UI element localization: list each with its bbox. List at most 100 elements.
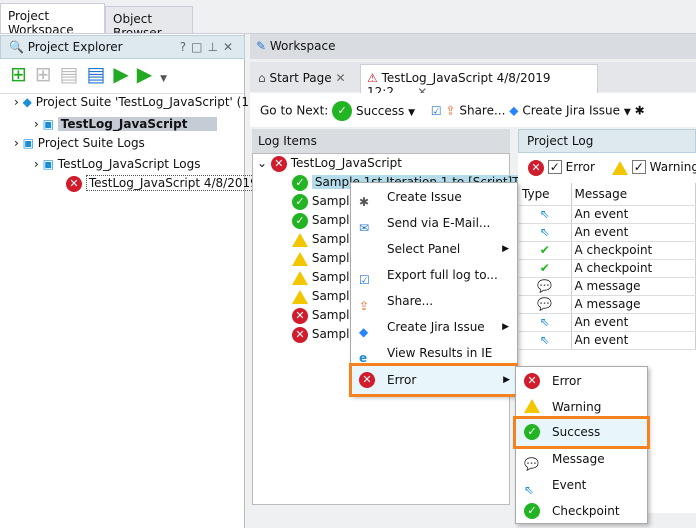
log-item[interactable]: ✕ Sample xyxy=(292,306,357,325)
jira-icon[interactable]: ◆ xyxy=(509,104,518,118)
share-icon[interactable]: ⇪ xyxy=(445,104,455,118)
project-explorer-header: 🔍 Project Explorer ?□⊥✕ xyxy=(0,35,245,59)
home-icon: ⌂ xyxy=(258,71,266,85)
menu-create-jira-issue[interactable]: ◆ Create Jira Issue ▶ xyxy=(351,314,517,340)
add-new-icon[interactable]: ⊞ xyxy=(35,62,60,86)
log-item[interactable]: Sample xyxy=(292,249,357,268)
close-icon[interactable]: ✕ xyxy=(223,40,238,54)
log-row[interactable]: ⇖ An event xyxy=(519,223,696,242)
log-item[interactable]: ✕ Sample xyxy=(292,325,357,344)
warning-filter[interactable]: ✓ Warning xyxy=(612,158,696,177)
tab-test-log[interactable]: ⚠ TestLog_JavaScript 4/8/2019 12:2... ✕ xyxy=(360,64,598,99)
menu-share[interactable]: ⇪ Share... xyxy=(351,288,517,314)
error-icon: ✕ xyxy=(292,307,308,324)
workspace-title: Workspace xyxy=(269,39,336,53)
project-log-table: Type Message ⇖ An event ⇖ An event ✔ A checkpo… xyxy=(519,183,696,350)
log-row[interactable]: ⇖ An event xyxy=(519,313,696,332)
log-item[interactable]: Sample xyxy=(292,287,357,306)
log-row[interactable]: ✔ A checkpoint xyxy=(519,241,696,260)
close-icon[interactable]: ✕ xyxy=(335,71,345,85)
menu-error[interactable]: ✕ Error ▶ xyxy=(349,363,518,397)
log-item[interactable]: ✓ Sample xyxy=(292,192,357,211)
log-root[interactable]: ⌄ ✕ TestLog_JavaScript xyxy=(257,154,402,173)
log-row[interactable]: 💬 A message xyxy=(519,295,696,314)
log-toolbar: Go to Next: ✓ Success ▼ ☑ ⇪ Share... ◆ C… xyxy=(250,93,696,127)
menu-select-panel[interactable]: Select Panel ▶ xyxy=(351,236,517,262)
add-item-icon[interactable]: ⊞ xyxy=(10,62,35,86)
status-submenu: ✕ Error Warning ✓ Success 💬 Message ⇖ Event … xyxy=(513,366,650,524)
run-icon[interactable]: ▶ xyxy=(113,62,136,86)
message-icon: 💬 xyxy=(519,277,572,296)
event-icon: ⇖ xyxy=(519,223,572,242)
menu-create-issue[interactable]: ✱ Create Issue xyxy=(351,184,517,210)
log-row[interactable]: ⇖ An event xyxy=(519,205,696,224)
menu-export-log[interactable]: ☑ Export full log to... xyxy=(351,262,517,288)
bug-icon[interactable]: ✱ xyxy=(635,104,645,118)
project-log-header: Project Log xyxy=(518,129,696,153)
add-existing-icon[interactable]: ▤ xyxy=(60,62,87,86)
submenu-checkpoint[interactable]: ✓ Checkpoint xyxy=(516,498,647,524)
submenu-event[interactable]: ⇖ Event xyxy=(516,472,647,498)
tree-log-entry[interactable]: ✕ TestLog_JavaScript 4/8/2019 12 xyxy=(66,174,280,193)
log-item[interactable]: Sample xyxy=(292,268,357,287)
error-filter[interactable]: ✕ ✓ Error xyxy=(528,158,595,177)
log-status-icon: ⚠ xyxy=(367,71,378,85)
log-message: A checkpoint xyxy=(571,259,696,278)
explorer-icon: 🔍 xyxy=(9,40,24,54)
submenu-message[interactable]: 💬 Message xyxy=(516,446,647,472)
log-item[interactable]: Sample xyxy=(292,230,357,249)
pin-icon[interactable]: ⊥ xyxy=(207,40,222,54)
goto-label: Go to Next: xyxy=(260,103,329,118)
menu-send-email[interactable]: ✉ Send via E-Mail... xyxy=(351,210,517,236)
checkpoint-icon: ✔ xyxy=(519,259,572,278)
log-row[interactable]: ✔ A checkpoint xyxy=(519,259,696,278)
dropdown-icon[interactable]: ▼ xyxy=(624,108,631,118)
submenu-success[interactable]: ✓ Success xyxy=(513,416,650,449)
tab-object-browser[interactable]: Object Browser xyxy=(105,6,193,40)
workspace-icon: ✎ xyxy=(256,39,267,53)
log-row[interactable]: ⇖ An event xyxy=(519,331,696,350)
column-type[interactable]: Type xyxy=(519,183,572,206)
workspace-header: ✎ Workspace xyxy=(250,34,696,59)
log-message: An event xyxy=(571,313,696,332)
log-message: A checkpoint xyxy=(571,241,696,260)
event-icon: ⇖ xyxy=(519,331,572,350)
explorer-toolbar: ⊞⊞▤▤▶▶▼ xyxy=(10,62,175,86)
log-message: A message xyxy=(571,277,696,296)
panel-title: Project Explorer xyxy=(27,40,123,54)
success-icon: ✓ xyxy=(292,174,308,191)
column-message[interactable]: Message xyxy=(571,183,696,206)
log-item[interactable]: ✓ Sample xyxy=(292,211,357,230)
warning-icon xyxy=(292,232,308,247)
list-icon[interactable]: ▤ xyxy=(86,62,113,86)
error-icon: ✕ xyxy=(66,175,82,192)
maximize-icon[interactable]: □ xyxy=(191,40,207,54)
warning-icon xyxy=(292,289,308,304)
tab-project-workspace[interactable]: Project Workspace xyxy=(0,3,105,37)
log-message: An event xyxy=(571,331,696,350)
dropdown-icon[interactable]: ▼ xyxy=(160,74,175,84)
success-icon: ✓ xyxy=(292,212,308,229)
share-button[interactable]: Share... xyxy=(459,104,505,118)
error-icon: ✕ xyxy=(292,326,308,343)
log-message: An event xyxy=(571,223,696,242)
run-suite-icon[interactable]: ▶ xyxy=(137,62,160,86)
tree-project[interactable]: › ▣ TestLog_JavaScript xyxy=(34,115,218,134)
event-icon: ⇖ xyxy=(519,313,572,332)
log-row[interactable]: 💬 A message xyxy=(519,277,696,296)
submenu-error[interactable]: ✕ Error xyxy=(516,368,647,394)
export-icon[interactable]: ☑ xyxy=(431,104,442,118)
tab-start-page[interactable]: ⌂ Start Page ✕ xyxy=(252,66,352,92)
help-icon[interactable]: ? xyxy=(180,40,191,54)
log-items-header: Log Items xyxy=(252,129,510,153)
log-message: A message xyxy=(571,295,696,314)
message-icon: 💬 xyxy=(519,295,572,314)
tree-project-logs[interactable]: › ▣ TestLog_JavaScript Logs xyxy=(34,155,201,174)
goto-next-dropdown[interactable]: ✓ Success ▼ xyxy=(332,101,415,121)
log-message: An event xyxy=(571,205,696,224)
jira-button[interactable]: Create Jira Issue xyxy=(522,104,620,118)
success-icon: ✓ xyxy=(292,193,308,210)
tree-suite-logs[interactable]: › ▣ Project Suite Logs xyxy=(14,134,145,153)
warning-icon xyxy=(292,270,308,285)
checkpoint-icon: ✔ xyxy=(519,241,572,260)
